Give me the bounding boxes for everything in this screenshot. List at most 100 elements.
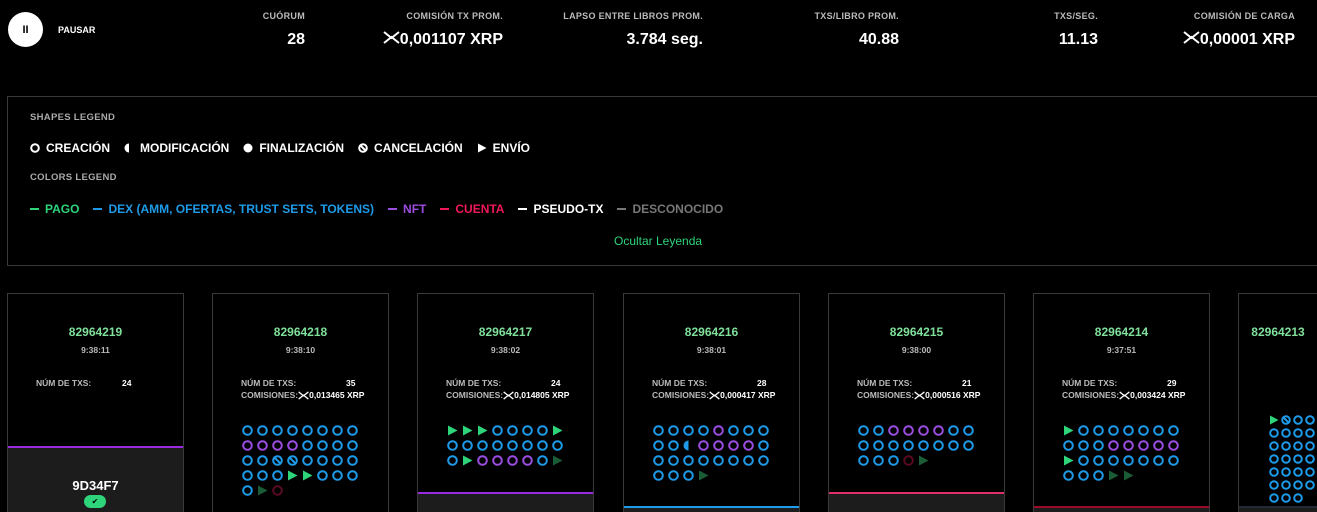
tx-shape[interactable] xyxy=(858,425,873,436)
tx-shape[interactable] xyxy=(1108,425,1123,436)
tx-shape[interactable] xyxy=(1108,470,1123,481)
tx-shape[interactable] xyxy=(698,455,713,466)
tx-shape[interactable] xyxy=(522,440,537,451)
tx-shape[interactable] xyxy=(888,455,903,466)
tx-shape[interactable] xyxy=(1269,466,1281,477)
tx-shape[interactable] xyxy=(1138,440,1153,451)
tx-shape[interactable] xyxy=(1293,453,1305,464)
tx-shape[interactable] xyxy=(272,470,287,481)
tx-shape[interactable] xyxy=(903,455,918,466)
tx-shape[interactable] xyxy=(858,440,873,451)
tx-shape[interactable] xyxy=(1281,492,1293,503)
tx-shape[interactable] xyxy=(347,440,362,451)
tx-shape[interactable] xyxy=(873,455,888,466)
tx-shape[interactable] xyxy=(1123,455,1138,466)
tx-shape[interactable] xyxy=(1305,414,1317,425)
tx-shape[interactable] xyxy=(462,455,477,466)
tx-shape[interactable] xyxy=(1153,455,1168,466)
tx-shape[interactable] xyxy=(1093,440,1108,451)
tx-shape[interactable] xyxy=(332,440,347,451)
tx-shape[interactable] xyxy=(1281,453,1293,464)
tx-shape[interactable] xyxy=(1138,425,1153,436)
tx-shape[interactable] xyxy=(317,425,332,436)
tx-shape[interactable] xyxy=(287,470,302,481)
tx-shape[interactable] xyxy=(552,425,567,436)
tx-shape[interactable] xyxy=(1293,466,1305,477)
tx-shape[interactable] xyxy=(1093,425,1108,436)
tx-shape[interactable] xyxy=(477,425,492,436)
tx-shape[interactable] xyxy=(743,425,758,436)
ledger-card[interactable]: 82964216 9:38:01 NÚM DE TXS: 28 COMISIONES… xyxy=(623,293,800,512)
tx-shape[interactable] xyxy=(257,470,272,481)
tx-shape[interactable] xyxy=(1269,479,1281,490)
tx-shape[interactable] xyxy=(1269,414,1281,425)
tx-shape[interactable] xyxy=(858,455,873,466)
tx-shape[interactable] xyxy=(537,425,552,436)
tx-shape[interactable] xyxy=(668,425,683,436)
tx-shape[interactable] xyxy=(743,440,758,451)
tx-shape[interactable] xyxy=(1168,440,1183,451)
tx-shape[interactable] xyxy=(1108,455,1123,466)
tx-shape[interactable] xyxy=(242,425,257,436)
tx-shape[interactable] xyxy=(507,425,522,436)
tx-shape[interactable] xyxy=(272,425,287,436)
tx-shape[interactable] xyxy=(903,440,918,451)
tx-shape[interactable] xyxy=(242,455,257,466)
tx-shape[interactable] xyxy=(537,455,552,466)
tx-shape[interactable] xyxy=(1123,440,1138,451)
tx-shape[interactable] xyxy=(758,455,773,466)
ledger-card[interactable]: 82964219 9:38:11 NÚM DE TXS: 24 9D34F7 ✔ xyxy=(7,293,184,512)
tx-shape[interactable] xyxy=(1168,455,1183,466)
tx-shape[interactable] xyxy=(963,425,978,436)
tx-shape[interactable] xyxy=(1168,425,1183,436)
tx-shape[interactable] xyxy=(668,470,683,481)
tx-shape[interactable] xyxy=(447,425,462,436)
tx-shape[interactable] xyxy=(683,425,698,436)
tx-shape[interactable] xyxy=(743,455,758,466)
tx-shape[interactable] xyxy=(242,470,257,481)
tx-shape[interactable] xyxy=(302,470,317,481)
tx-shape[interactable] xyxy=(492,425,507,436)
tx-shape[interactable] xyxy=(1063,455,1078,466)
tx-shape[interactable] xyxy=(668,455,683,466)
tx-shape[interactable] xyxy=(462,425,477,436)
tx-shape[interactable] xyxy=(1305,453,1317,464)
tx-shape[interactable] xyxy=(272,440,287,451)
tx-shape[interactable] xyxy=(1293,479,1305,490)
tx-shape[interactable] xyxy=(758,440,773,451)
tx-shape[interactable] xyxy=(1293,427,1305,438)
tx-shape[interactable] xyxy=(713,455,728,466)
tx-shape[interactable] xyxy=(507,455,522,466)
tx-shape[interactable] xyxy=(683,455,698,466)
tx-shape[interactable] xyxy=(698,470,713,481)
tx-shape[interactable] xyxy=(698,425,713,436)
tx-shape[interactable] xyxy=(257,485,272,496)
tx-shape[interactable] xyxy=(1123,470,1138,481)
tx-shape[interactable] xyxy=(347,455,362,466)
tx-shape[interactable] xyxy=(332,470,347,481)
tx-shape[interactable] xyxy=(948,425,963,436)
tx-shape[interactable] xyxy=(552,455,567,466)
tx-shape[interactable] xyxy=(447,455,462,466)
tx-shape[interactable] xyxy=(477,440,492,451)
tx-shape[interactable] xyxy=(522,425,537,436)
tx-shape[interactable] xyxy=(1305,466,1317,477)
tx-shape[interactable] xyxy=(1063,425,1078,436)
tx-shape[interactable] xyxy=(552,440,567,451)
tx-shape[interactable] xyxy=(1078,425,1093,436)
tx-shape[interactable] xyxy=(1305,479,1317,490)
tx-shape[interactable] xyxy=(257,440,272,451)
tx-shape[interactable] xyxy=(713,425,728,436)
tx-shape[interactable] xyxy=(302,425,317,436)
tx-shape[interactable] xyxy=(242,440,257,451)
pause-button[interactable]: II xyxy=(8,12,43,47)
tx-shape[interactable] xyxy=(272,455,287,466)
tx-shape[interactable] xyxy=(317,440,332,451)
tx-shape[interactable] xyxy=(918,425,933,436)
tx-shape[interactable] xyxy=(1078,440,1093,451)
tx-shape[interactable] xyxy=(477,455,492,466)
tx-shape[interactable] xyxy=(728,440,743,451)
tx-shape[interactable] xyxy=(918,440,933,451)
tx-shape[interactable] xyxy=(317,470,332,481)
tx-shape[interactable] xyxy=(1293,492,1305,503)
